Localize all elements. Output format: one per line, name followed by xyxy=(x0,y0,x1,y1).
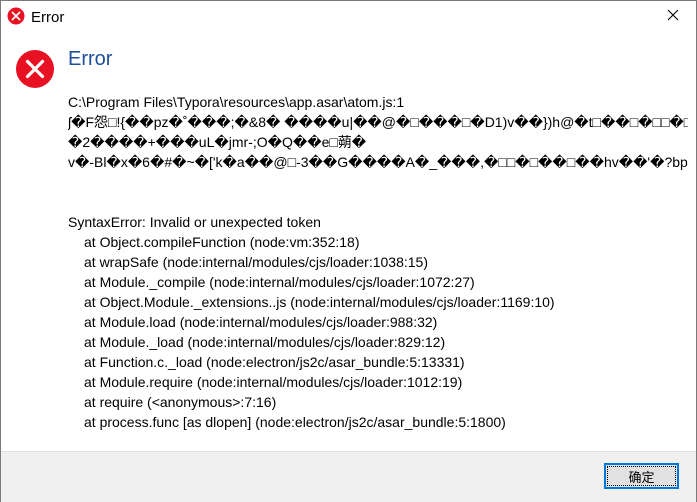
stack-trace-line: at Module.load (node:internal/modules/cj… xyxy=(84,314,438,330)
stack-trace-line: at Module._compile (node:internal/module… xyxy=(84,274,475,290)
syntax-error-line: SyntaxError: Invalid or unexpected token xyxy=(68,214,321,230)
dialog-footer: 确定 xyxy=(1,451,696,502)
garbled-line: v�-Bl�x�6�#�~�['k�a��@□-3��G����A�_���,�… xyxy=(68,154,688,170)
file-path-line: C:\Program Files\Typora\resources\app.as… xyxy=(68,94,405,110)
ok-button-label: 确定 xyxy=(628,470,655,486)
garbled-line: �2����+���uL�jmr-;O�Q��e□蒴� xyxy=(68,134,367,150)
error-icon xyxy=(7,7,25,25)
stack-trace-line: at Object.compileFunction (node:vm:352:1… xyxy=(84,234,360,250)
ok-button[interactable]: 确定 xyxy=(604,463,679,489)
close-icon xyxy=(667,8,679,26)
dialog-heading: Error xyxy=(68,48,113,70)
stack-trace-line: at Module.require (node:internal/modules… xyxy=(84,374,463,390)
error-message: C:\Program Files\Typora\resources\app.as… xyxy=(68,92,688,432)
error-icon-large xyxy=(15,49,55,89)
stack-trace-line: at process.func [as dlopen] (node:electr… xyxy=(84,414,506,430)
error-dialog-window: Error Error C:\Program Files\Typora\reso… xyxy=(0,0,697,502)
stack-trace-line: at require (<anonymous>:7:16) xyxy=(84,394,277,410)
stack-trace-line: at Module._load (node:internal/modules/c… xyxy=(84,334,446,350)
title-bar[interactable]: Error xyxy=(1,1,696,33)
close-button[interactable] xyxy=(650,1,696,33)
window-title: Error xyxy=(31,9,65,26)
garbled-line: ʃ�F怨□!{��pz�˚���;�&8� ����u|��@�□���□�D1… xyxy=(68,114,688,130)
stack-trace-line: at wrapSafe (node:internal/modules/cjs/l… xyxy=(84,254,428,270)
stack-trace-line: at Function.c._load (node:electron/js2c/… xyxy=(84,354,465,370)
stack-trace-line: at Object.Module._extensions..js (node:i… xyxy=(84,294,555,310)
